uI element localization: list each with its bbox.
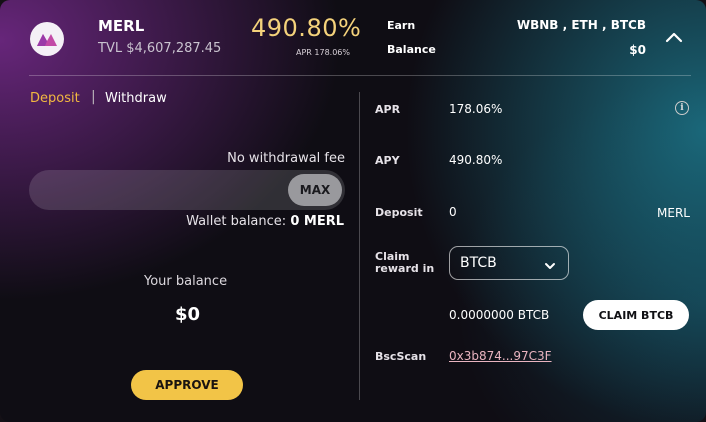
info-icon[interactable]: i bbox=[675, 101, 689, 115]
apr-value: 178.06% bbox=[449, 102, 503, 116]
vault-card: MERL TVL $4,607,287.45 490.80% APR 178.0… bbox=[0, 0, 706, 422]
header-apy: 490.80% bbox=[251, 14, 362, 42]
wallet-balance: Wallet balance: 0 MERL bbox=[186, 214, 344, 229]
balance-label: Balance bbox=[387, 43, 436, 56]
fee-note: No withdrawal fee bbox=[227, 151, 345, 166]
earn-label: Earn bbox=[387, 19, 416, 32]
earn-tokens: WBNB , ETH , BTCB bbox=[516, 18, 646, 32]
bscscan-link[interactable]: 0x3b874...97C3F bbox=[449, 349, 552, 363]
wallet-balance-label: Wallet balance: bbox=[186, 214, 287, 229]
reward-token-select[interactable]: BTCB bbox=[449, 246, 569, 280]
tab-withdraw[interactable]: Withdraw bbox=[105, 91, 167, 106]
claim-reward-label: Claim reward in bbox=[375, 250, 435, 275]
reward-amount: 0.0000000 BTCB bbox=[449, 308, 550, 322]
approve-button[interactable]: APPROVE bbox=[131, 370, 243, 400]
apr-label: APR bbox=[375, 103, 401, 116]
vault-tvl: TVL $4,607,287.45 bbox=[98, 41, 222, 56]
apy-label: APY bbox=[375, 154, 400, 167]
deposit-label: Deposit bbox=[375, 206, 423, 219]
header-divider bbox=[29, 75, 691, 76]
tab-deposit[interactable]: Deposit bbox=[30, 91, 80, 106]
claim-button[interactable]: CLAIM BTCB bbox=[583, 300, 689, 330]
header-apr: APR 178.06% bbox=[296, 48, 350, 57]
your-balance-label: Your balance bbox=[144, 274, 228, 289]
tab-separator: | bbox=[91, 89, 96, 105]
reward-token-selected: BTCB bbox=[460, 255, 497, 271]
your-balance-value: $0 bbox=[175, 304, 201, 325]
chevron-down-icon bbox=[544, 259, 556, 269]
merl-logo-icon bbox=[30, 22, 64, 56]
bscscan-label: BscScan bbox=[375, 350, 427, 363]
vault-name: MERL bbox=[98, 17, 145, 35]
max-button[interactable]: MAX bbox=[288, 174, 342, 206]
wallet-balance-value: 0 MERL bbox=[290, 214, 344, 229]
chevron-up-icon[interactable] bbox=[664, 29, 684, 45]
balance-value: $0 bbox=[629, 43, 646, 57]
apy-value: 490.80% bbox=[449, 153, 503, 167]
column-divider bbox=[359, 92, 360, 400]
deposit-value: 0 bbox=[449, 205, 457, 219]
deposit-unit: MERL bbox=[657, 206, 690, 220]
